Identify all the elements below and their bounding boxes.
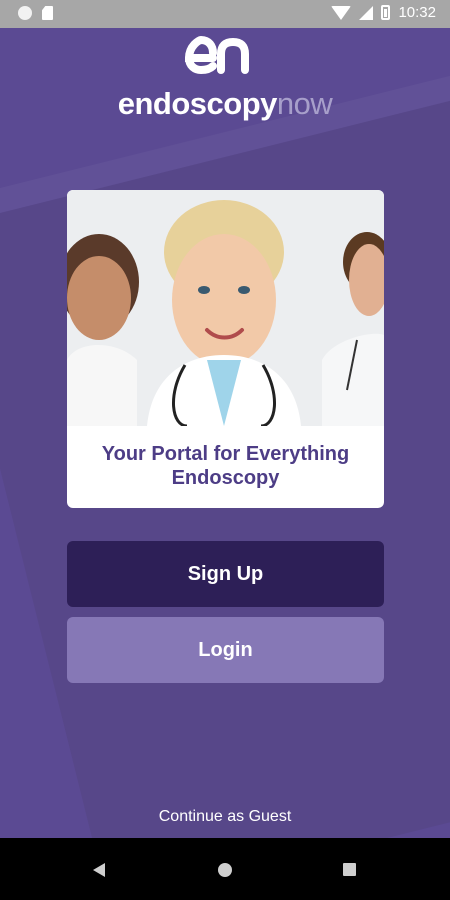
brand-name-suffix: now — [276, 86, 333, 121]
app-screen: endoscopynow Your Portal for Everything … — [0, 28, 450, 838]
continue-as-guest-link[interactable]: Continue as Guest — [0, 808, 450, 826]
brand-name-main: endoscopy — [117, 86, 278, 121]
hero-card: Your Portal for Everything Endoscopy — [67, 190, 384, 508]
home-icon[interactable] — [218, 863, 232, 877]
system-navigation-bar — [0, 838, 450, 900]
hero-caption: Your Portal for Everything Endoscopy — [101, 443, 350, 489]
status-bar: 10:32 — [0, 0, 450, 28]
brand-wordmark: endoscopynow — [0, 86, 450, 122]
recents-icon[interactable] — [343, 863, 356, 876]
status-notifications — [18, 6, 53, 20]
sign-up-button[interactable]: Sign Up — [67, 541, 384, 607]
doctors-photo — [67, 190, 384, 426]
status-time: 10:32 — [398, 4, 436, 21]
battery-icon — [381, 5, 391, 20]
status-system: 10:32 — [331, 4, 436, 21]
circle-icon — [18, 6, 32, 20]
login-button[interactable]: Login — [67, 617, 384, 683]
sd-card-icon — [42, 6, 53, 20]
brand-logo-icon — [184, 36, 249, 74]
wifi-icon — [331, 5, 352, 20]
back-icon[interactable] — [93, 863, 105, 877]
signal-icon — [359, 5, 374, 20]
